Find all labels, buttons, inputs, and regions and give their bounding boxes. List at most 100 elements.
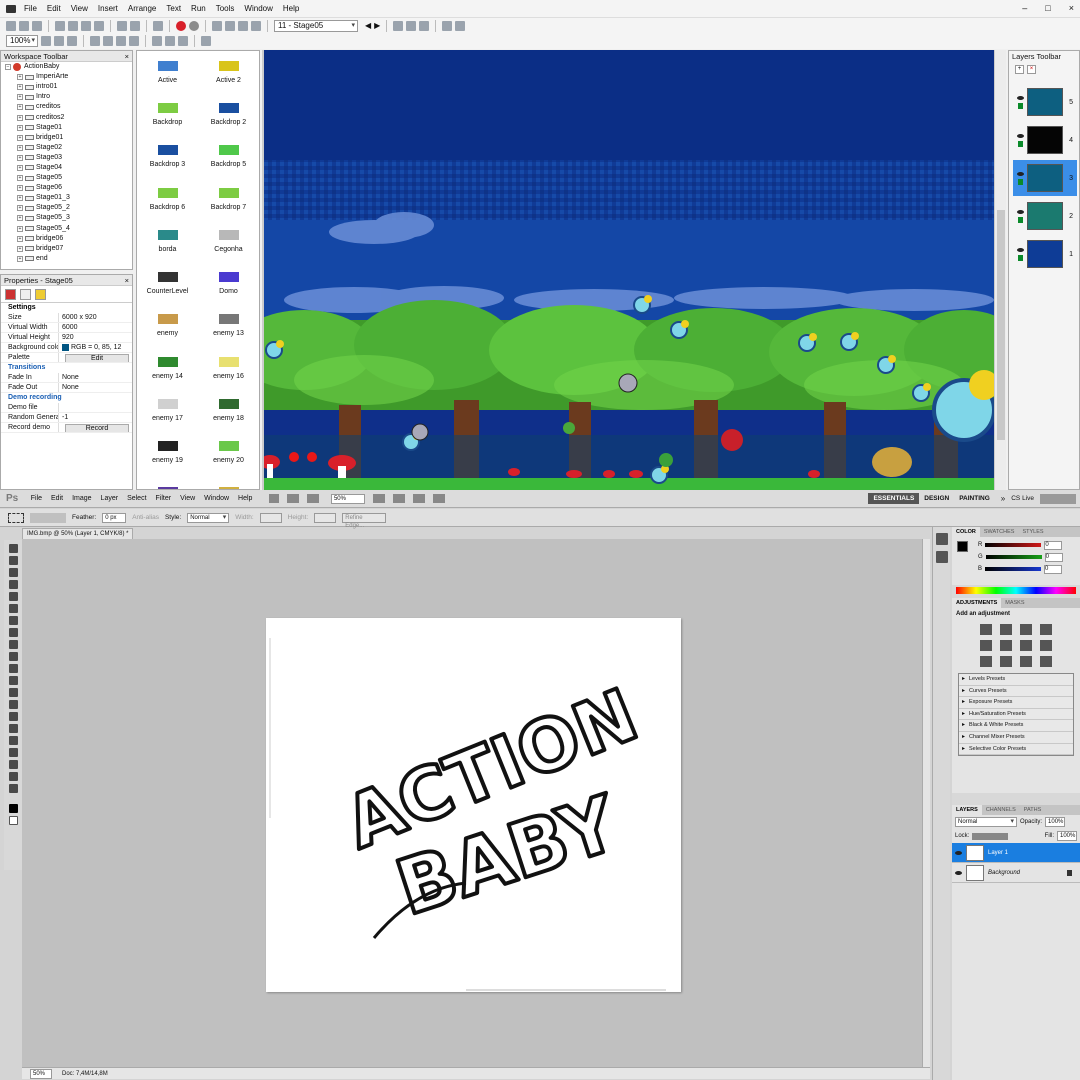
fade-in-value[interactable]: None [58, 373, 132, 382]
object-item[interactable]: Backdrop 2 [198, 93, 259, 135]
expand-icon[interactable]: + [17, 225, 23, 232]
levels-icon[interactable] [1000, 624, 1012, 635]
object-item[interactable]: Backdrop 7 [198, 178, 259, 220]
color-slider[interactable] [985, 567, 1042, 571]
tree-item-frame[interactable]: + bridge01 [1, 133, 132, 143]
expand-icon[interactable]: + [17, 185, 23, 192]
layer-row[interactable]: 2 [1013, 198, 1077, 234]
zoom-select[interactable]: 100% [6, 35, 38, 47]
object-item[interactable]: enemy 19 [137, 432, 198, 474]
history-brush-tool-icon[interactable] [8, 652, 18, 661]
menu-window[interactable]: Window [239, 4, 277, 13]
object-item[interactable]: Backdrop 3 [137, 136, 198, 178]
object-item[interactable]: CounterLevel [137, 262, 198, 304]
ps-canvas-document[interactable]: ACTION BABY [266, 618, 681, 992]
expand-icon[interactable]: + [17, 94, 23, 101]
actions-panel-icon[interactable] [935, 551, 948, 563]
lock-icons[interactable] [972, 832, 1009, 840]
tree-item-frame[interactable]: + bridge06 [1, 234, 132, 244]
tree-root[interactable]: − ActionBaby [1, 62, 132, 72]
hand-tool-icon[interactable] [372, 494, 385, 503]
random-generator-row[interactable]: Random Generat -1 [1, 413, 132, 423]
build-icon[interactable] [153, 20, 163, 31]
record-button[interactable]: Record [65, 424, 129, 432]
ps-vertical-scrollbar[interactable] [922, 539, 930, 1067]
save-icon[interactable] [32, 20, 42, 31]
object-item[interactable]: enemy 20 [198, 432, 259, 474]
lock-icon[interactable] [1017, 102, 1023, 109]
pen-tool-icon[interactable] [8, 712, 18, 721]
history-panel-icon[interactable] [935, 533, 948, 545]
selection-mode-icons[interactable] [30, 512, 66, 523]
zoom-tool-icon[interactable] [8, 784, 18, 793]
expand-icon[interactable]: + [17, 74, 23, 81]
tree-item-frame[interactable]: + bridge07 [1, 244, 132, 254]
object-item[interactable]: Active 2 [198, 51, 259, 93]
blend-mode-select[interactable]: Normal [955, 817, 1017, 827]
open-folder-icon[interactable] [19, 20, 29, 31]
menu-view[interactable]: View [66, 4, 93, 13]
close-icon[interactable]: × [125, 51, 129, 61]
tree-item-frame[interactable]: + end [1, 254, 132, 264]
channel-mixer-icon[interactable] [1000, 656, 1012, 667]
feather-input[interactable]: 0 px [102, 512, 127, 523]
tree-item-frame[interactable]: + Stage01 [1, 123, 132, 133]
cs-live-button[interactable]: CS Live [1011, 495, 1034, 502]
menu-tools[interactable]: Tools [211, 4, 240, 13]
exposure-icon[interactable] [1040, 624, 1052, 635]
maximize-button[interactable]: □ [1045, 3, 1050, 13]
expand-icon[interactable]: + [17, 235, 23, 242]
property-value[interactable]: 6000 x 920 [58, 313, 132, 322]
fade-out-value[interactable]: None [58, 383, 132, 392]
brightness-contrast-icon[interactable] [980, 624, 992, 635]
view-extras-icon[interactable] [306, 494, 319, 503]
frame-select[interactable]: 11 - Stage05 [274, 19, 358, 32]
close-button[interactable]: × [1069, 3, 1074, 13]
fill-input[interactable]: 100% [1057, 831, 1077, 841]
expand-icon[interactable]: + [17, 255, 23, 262]
3d-rotate-tool-icon[interactable] [8, 760, 18, 769]
object-item[interactable]: enemy 13 [198, 305, 259, 347]
healing-tool-icon[interactable] [8, 616, 18, 625]
frame-editor-icon[interactable] [225, 20, 235, 31]
object-item[interactable]: Backdrop 5 [198, 136, 259, 178]
palette-edit-button[interactable]: Edit [65, 354, 129, 362]
arrange-documents-icon[interactable] [412, 494, 425, 503]
vibrance-icon[interactable] [980, 640, 992, 651]
frame-center-icon[interactable] [419, 20, 430, 31]
lock-icon[interactable] [1017, 140, 1023, 147]
property-value[interactable]: 6000 [58, 323, 132, 332]
ps-document-tab[interactable]: IMG.bmp @ 50% (Layer 1, CMYK/8) * [22, 528, 134, 539]
tree-item-frame[interactable]: + Stage04 [1, 163, 132, 173]
tree-item-frame[interactable]: + Stage02 [1, 143, 132, 153]
object-item[interactable]: Backdrop [137, 93, 198, 135]
snap-icon[interactable] [455, 20, 466, 31]
cut-icon[interactable] [55, 20, 65, 31]
tree-item-frame[interactable]: + creditos [1, 102, 132, 112]
lock-icon[interactable] [1017, 254, 1023, 261]
tree-item-frame[interactable]: + Stage05_3 [1, 213, 132, 223]
color-slider-row[interactable]: R0 [952, 539, 1080, 551]
expand-icon[interactable]: + [17, 134, 23, 141]
status-doc-size[interactable]: Doc: 7,4M/14,8M [62, 1071, 108, 1077]
hand-tool-icon[interactable] [8, 772, 18, 781]
object-item[interactable]: borda [137, 220, 198, 262]
tree-item-frame[interactable]: + Stage05 [1, 173, 132, 183]
foreground-color-swatch[interactable] [8, 804, 18, 813]
style-select[interactable]: Normal [187, 512, 230, 523]
eye-icon[interactable] [1016, 133, 1024, 138]
expand-icon[interactable]: + [17, 104, 23, 111]
minimize-button[interactable]: – [1022, 3, 1027, 13]
frame-editor-canvas[interactable] [264, 50, 994, 490]
eraser-tool-icon[interactable] [8, 664, 18, 673]
dodge-tool-icon[interactable] [8, 700, 18, 709]
color-swatch[interactable] [62, 343, 69, 351]
layer-row-layer1[interactable]: Layer 1 [952, 843, 1080, 863]
align-right-icon[interactable] [178, 36, 188, 46]
menu-file[interactable]: File [19, 4, 42, 13]
width-input[interactable] [259, 512, 282, 523]
brush-tool-icon[interactable] [8, 628, 18, 637]
expand-icon[interactable]: + [17, 245, 23, 252]
object-item[interactable]: Domo [198, 262, 259, 304]
ps-menu-edit[interactable]: Edit [47, 495, 68, 502]
